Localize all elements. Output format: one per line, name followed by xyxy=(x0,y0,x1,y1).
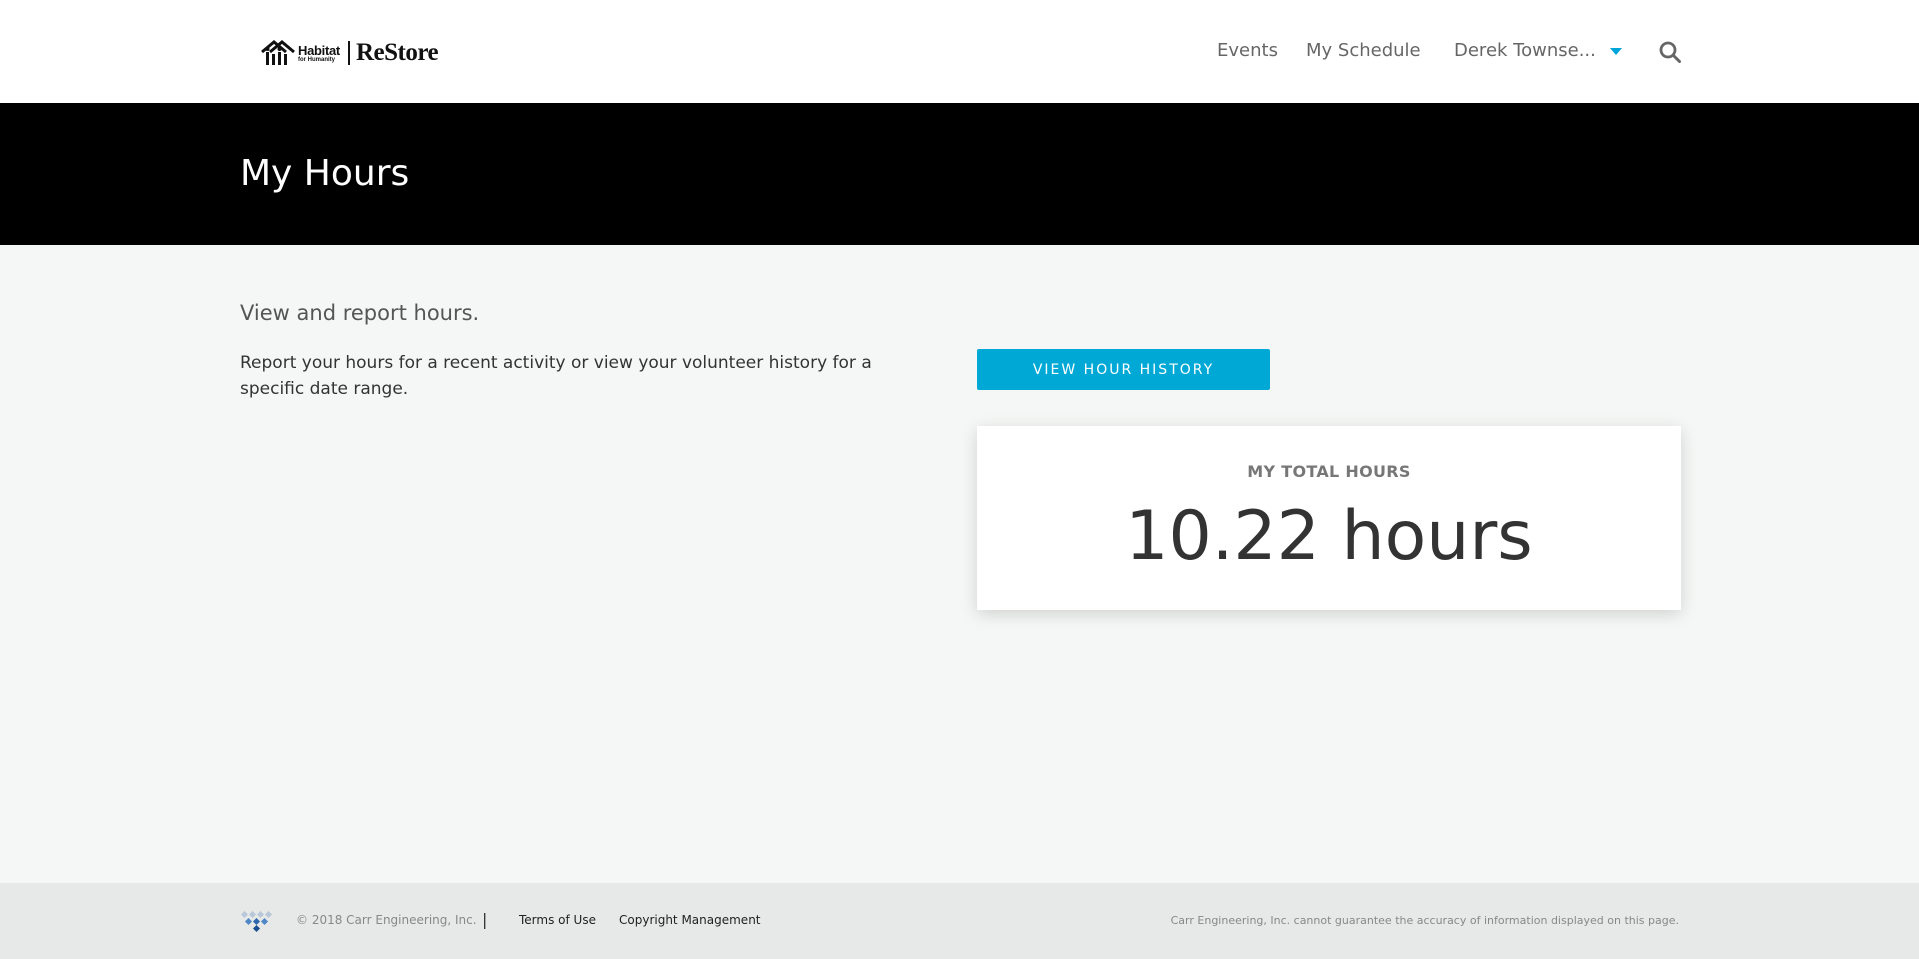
user-menu[interactable]: Derek Townse... xyxy=(1454,40,1622,61)
intro-description: Report your hours for a recent activity … xyxy=(240,353,872,399)
logo-habitat-subtitle: for Humanity xyxy=(298,56,336,63)
logo-habitat-text: Habitat for Humanity xyxy=(298,44,340,63)
total-hours-label: MY TOTAL HOURS xyxy=(1247,462,1411,481)
habitat-house-icon xyxy=(261,40,295,65)
nav-events-link[interactable]: Events xyxy=(1217,40,1278,61)
nav-my-schedule-link[interactable]: My Schedule xyxy=(1306,40,1421,61)
footer-terms-link[interactable]: Terms of Use xyxy=(519,913,596,927)
total-hours-card: MY TOTAL HOURS 10.22 hours xyxy=(977,426,1681,610)
restore-logo[interactable]: Habitat for Humanity ReStore xyxy=(260,38,439,68)
user-name: Derek Townse... xyxy=(1454,40,1596,61)
logo-restore-word: ReStore xyxy=(355,39,439,66)
page-title: My Hours xyxy=(240,153,410,194)
page-banner: My Hours xyxy=(0,103,1919,245)
footer-copyright: © 2018 Carr Engineering, Inc. xyxy=(296,913,477,927)
footer-disclaimer: Carr Engineering, Inc. cannot guarantee … xyxy=(1170,914,1679,927)
footer: © 2018 Carr Engineering, Inc. | Terms of… xyxy=(0,883,1919,959)
view-hour-history-button[interactable]: VIEW HOUR HISTORY xyxy=(977,349,1270,390)
carr-engineering-logo-icon xyxy=(240,911,273,933)
total-hours-value: 10.22 hours xyxy=(1125,497,1533,576)
footer-divider: | xyxy=(482,910,488,929)
footer-copyright-management-link[interactable]: Copyright Management xyxy=(619,913,761,927)
intro-heading: View and report hours. xyxy=(240,301,480,325)
search-icon[interactable] xyxy=(1658,40,1682,64)
chevron-down-icon xyxy=(1609,48,1622,55)
logo-habitat-word: Habitat xyxy=(298,42,340,58)
logo-separator xyxy=(347,41,350,65)
top-navigation-bar: Habitat for Humanity ReStore Events My S… xyxy=(0,0,1919,103)
